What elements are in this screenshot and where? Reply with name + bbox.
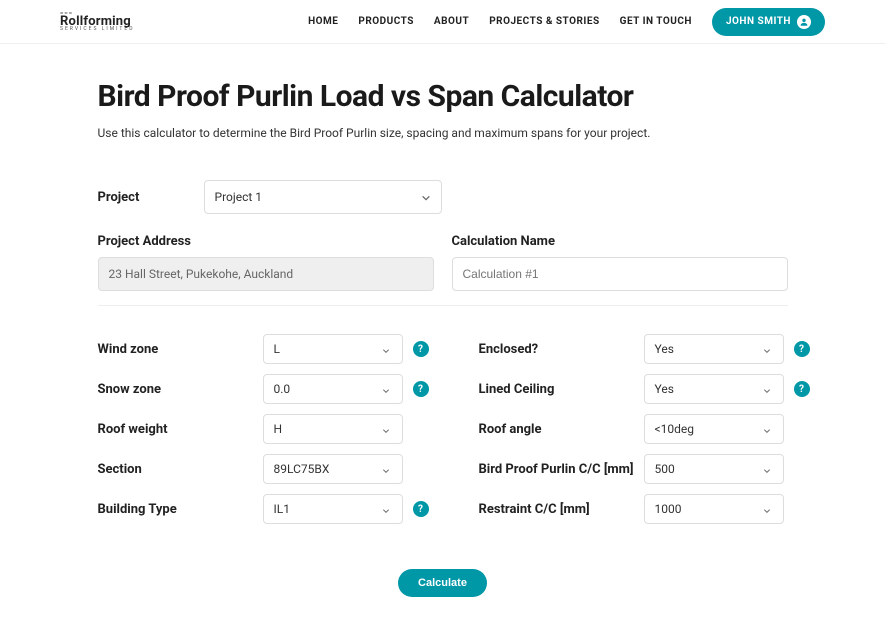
project-address-input: 23 Hall Street, Pukekohe, Auckland	[98, 257, 434, 291]
purlin-cc-select[interactable]: 500	[644, 454, 784, 484]
chevron-down-icon	[763, 504, 773, 514]
nav-products[interactable]: PRODUCTS	[358, 16, 414, 27]
section-label: Section	[98, 462, 263, 477]
snow-zone-row: Snow zone 0.0 ?	[98, 374, 429, 404]
nav-home[interactable]: HOME	[308, 16, 338, 27]
section-select[interactable]: 89LC75BX	[263, 454, 403, 484]
roof-angle-label: Roof angle	[479, 422, 644, 437]
user-name: JOHN SMITH	[726, 16, 791, 27]
roof-angle-select[interactable]: <10deg	[644, 414, 784, 444]
wind-zone-row: Wind zone L ?	[98, 334, 429, 364]
enclosed-label: Enclosed?	[479, 342, 644, 357]
wind-zone-select[interactable]: L	[263, 334, 403, 364]
help-icon[interactable]: ?	[794, 381, 810, 397]
calculator-page: Bird Proof Purlin Load vs Span Calculato…	[98, 44, 788, 597]
help-icon[interactable]: ?	[794, 341, 810, 357]
project-details-row: Project Address 23 Hall Street, Pukekohe…	[98, 234, 788, 291]
chevron-down-icon	[763, 384, 773, 394]
actions-row: Calculate	[98, 569, 788, 597]
help-icon[interactable]: ?	[413, 381, 429, 397]
chevron-down-icon	[421, 192, 431, 202]
roof-weight-row: Roof weight H	[98, 414, 429, 444]
chevron-down-icon	[763, 344, 773, 354]
roof-angle-row: Roof angle <10deg	[479, 414, 810, 444]
lined-ceiling-row: Lined Ceiling Yes ?	[479, 374, 810, 404]
enclosed-row: Enclosed? Yes ?	[479, 334, 810, 364]
project-label: Project	[98, 190, 188, 205]
calculate-button[interactable]: Calculate	[398, 569, 487, 597]
calculation-name-input[interactable]	[452, 257, 788, 291]
section-divider	[98, 305, 788, 306]
chevron-down-icon	[382, 424, 392, 434]
section-row: Section 89LC75BX	[98, 454, 429, 484]
logo[interactable]: ≈≈≈ Rollforming SERVICES LIMITED	[60, 11, 135, 32]
site-header: ≈≈≈ Rollforming SERVICES LIMITED HOME PR…	[0, 0, 885, 44]
help-icon[interactable]: ?	[413, 341, 429, 357]
building-type-select[interactable]: IL1	[263, 494, 403, 524]
roof-weight-label: Roof weight	[98, 422, 263, 437]
chevron-down-icon	[763, 464, 773, 474]
page-subtitle: Use this calculator to determine the Bir…	[98, 126, 788, 140]
purlin-cc-row: Bird Proof Purlin C/C [mm] 500	[479, 454, 810, 484]
parameters-grid: Wind zone L ? Enclosed? Yes ? Snow zone …	[98, 334, 788, 524]
nav-contact[interactable]: GET IN TOUCH	[620, 16, 692, 27]
restraint-cc-select[interactable]: 1000	[644, 494, 784, 524]
calculation-name-label: Calculation Name	[452, 234, 788, 249]
chevron-down-icon	[382, 384, 392, 394]
user-menu[interactable]: JOHN SMITH	[712, 8, 825, 36]
project-select-row: Project Project 1	[98, 180, 788, 214]
project-address-label: Project Address	[98, 234, 434, 249]
chevron-down-icon	[382, 504, 392, 514]
roof-weight-select[interactable]: H	[263, 414, 403, 444]
chevron-down-icon	[382, 464, 392, 474]
chevron-down-icon	[382, 344, 392, 354]
nav-about[interactable]: ABOUT	[434, 16, 469, 27]
help-icon[interactable]: ?	[413, 501, 429, 517]
restraint-cc-label: Restraint C/C [mm]	[479, 502, 644, 517]
snow-zone-select[interactable]: 0.0	[263, 374, 403, 404]
enclosed-select[interactable]: Yes	[644, 334, 784, 364]
lined-ceiling-select[interactable]: Yes	[644, 374, 784, 404]
restraint-cc-row: Restraint C/C [mm] 1000	[479, 494, 810, 524]
lined-ceiling-label: Lined Ceiling	[479, 382, 644, 397]
project-select-value: Project 1	[215, 190, 263, 204]
snow-zone-label: Snow zone	[98, 382, 263, 397]
page-title: Bird Proof Purlin Load vs Span Calculato…	[98, 79, 788, 114]
wind-zone-label: Wind zone	[98, 342, 263, 357]
chevron-down-icon	[763, 424, 773, 434]
purlin-cc-label: Bird Proof Purlin C/C [mm]	[479, 462, 644, 477]
building-type-row: Building Type IL1 ?	[98, 494, 429, 524]
building-type-label: Building Type	[98, 502, 263, 517]
user-icon	[797, 15, 811, 29]
main-nav: HOME PRODUCTS ABOUT PROJECTS & STORIES G…	[135, 8, 825, 36]
nav-projects[interactable]: PROJECTS & STORIES	[489, 16, 599, 27]
project-select[interactable]: Project 1	[204, 180, 442, 214]
